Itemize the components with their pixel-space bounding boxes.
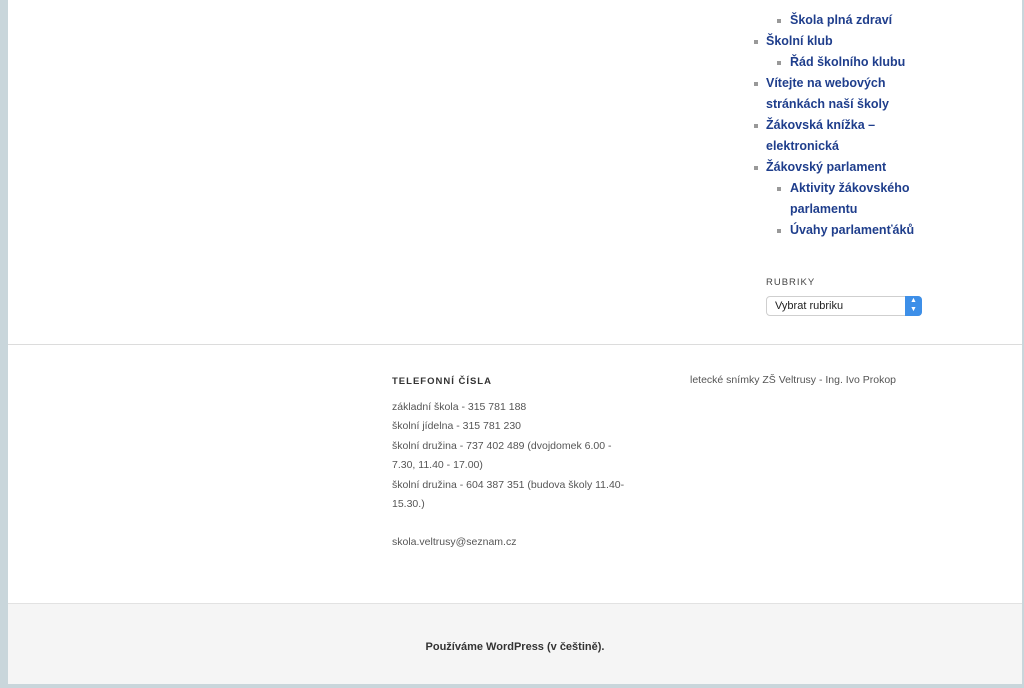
menu-link[interactable]: Žákovský parlament	[766, 160, 886, 174]
site-footer: Používáme WordPress (v češtině).	[8, 603, 1022, 684]
menu-link[interactable]: stránkách naší školy	[766, 97, 889, 111]
phones-title: TELEFONNÍ ČÍSLA	[392, 376, 492, 387]
phone-line: školní družina - 737 402 489 (dvojdomek …	[392, 439, 612, 452]
menu-item-skola-plna-zdravi[interactable]: Škola plná zdraví	[746, 10, 946, 31]
menu-item-vitejte[interactable]: Vítejte na webových	[746, 73, 946, 94]
menu-item-zakovska-knizka-cont[interactable]: elektronická	[746, 136, 946, 157]
footer-wordpress-link[interactable]: Používáme WordPress (v češtině).	[8, 641, 1022, 653]
menu-item-skolni-klub[interactable]: Školní klub	[746, 31, 946, 52]
bullet-icon	[754, 40, 758, 44]
menu-link[interactable]: Řád školního klubu	[790, 55, 905, 69]
bullet-icon	[777, 19, 781, 23]
bullet-icon	[777, 187, 781, 191]
menu-link[interactable]: Vítejte na webových	[766, 76, 885, 90]
phone-line: školní družina - 604 387 351 (budova ško…	[392, 478, 625, 491]
categories-select[interactable]: Vybrat rubriku ▲ ▼	[766, 296, 922, 316]
menu-link[interactable]: Škola plná zdraví	[790, 13, 892, 27]
menu-item-rad-skolniho-klubu[interactable]: Řád školního klubu	[746, 52, 946, 73]
menu-item-uvahy[interactable]: Úvahy parlamenťáků	[746, 220, 946, 241]
phones-widget: základní škola - 315 781 188 školní jíde…	[392, 398, 662, 553]
menu-item-vitejte-cont[interactable]: stránkách naší školy	[746, 94, 946, 115]
pages-menu: Škola plná zdraví Školní klub Řád školní…	[746, 10, 946, 241]
menu-link[interactable]: Žákovská knížka –	[766, 118, 875, 132]
categories-title: RUBRIKY	[766, 277, 816, 288]
categories-select-value: Vybrat rubriku	[775, 300, 844, 312]
phone-line: 15.30.)	[392, 498, 425, 511]
menu-item-aktivity-cont[interactable]: parlamentu	[746, 199, 946, 220]
page: Škola plná zdraví Školní klub Řád školní…	[8, 0, 1022, 684]
photo-credit: letecké snímky ZŠ Veltrusy - Ing. Ivo Pr…	[690, 374, 896, 386]
bullet-icon	[777, 61, 781, 65]
bullet-icon	[754, 166, 758, 170]
bullet-icon	[754, 82, 758, 86]
menu-item-aktivity[interactable]: Aktivity žákovského	[746, 178, 946, 199]
phone-line: školní jídelna - 315 781 230	[392, 420, 522, 433]
menu-link[interactable]: Aktivity žákovského	[790, 181, 910, 195]
phone-line: 7.30, 11.40 - 17.00)	[392, 459, 483, 472]
menu-link[interactable]: Úvahy parlamenťáků	[790, 223, 914, 237]
menu-item-zakovska-knizka[interactable]: Žákovská knížka –	[746, 115, 946, 136]
menu-link[interactable]: elektronická	[766, 139, 839, 153]
bullet-icon	[754, 124, 758, 128]
bullet-icon	[777, 229, 781, 233]
footer-widgets-divider	[8, 344, 1022, 345]
email-text: skola.veltrusy@seznam.cz	[392, 536, 517, 549]
phone-line: základní škola - 315 781 188	[392, 401, 527, 413]
select-arrows-icon[interactable]: ▲ ▼	[905, 296, 922, 316]
menu-item-zakovsky-parlament[interactable]: Žákovský parlament	[746, 157, 946, 178]
menu-link[interactable]: Školní klub	[766, 34, 833, 48]
menu-link[interactable]: parlamentu	[790, 202, 857, 216]
